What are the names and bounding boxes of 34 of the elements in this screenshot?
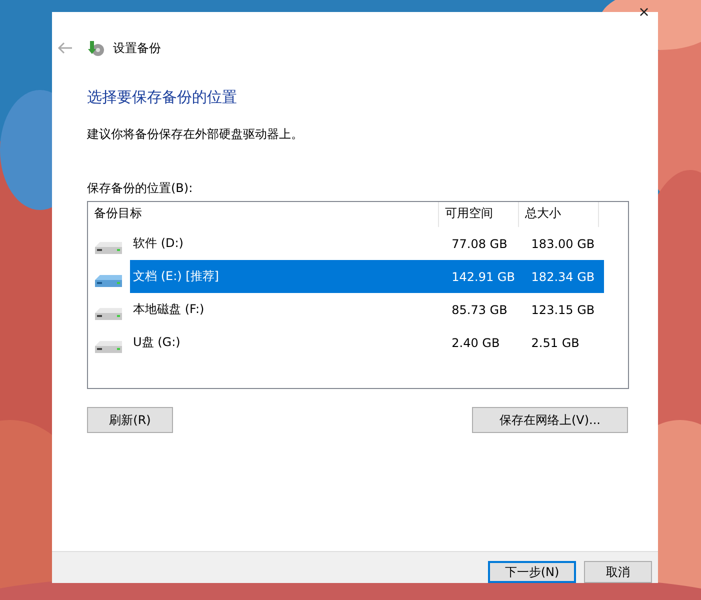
- backup-icon: [87, 39, 105, 57]
- table-cell-text: 182.34 GB: [530, 270, 596, 284]
- table-cell-text: 文档 (E:) [推荐]: [132, 268, 220, 285]
- table-row[interactable]: 软件 (D:) 77.08 GB 183.00 GB: [130, 227, 604, 260]
- table-row[interactable]: 本地磁盘 (F:) 85.73 GB 123.15 GB: [130, 293, 604, 326]
- drive-icon: [94, 272, 124, 288]
- window-title: 设置备份: [113, 40, 161, 56]
- back-arrow-icon[interactable]: [57, 42, 73, 54]
- table-cell-text: U盘 (G:): [132, 334, 182, 351]
- table-cell-text: 123.15 GB: [530, 302, 596, 316]
- drive-icon: [94, 306, 124, 322]
- column-header[interactable]: 备份目标: [88, 202, 439, 227]
- drive-icon: [94, 338, 124, 354]
- cancel-button[interactable]: 取消: [584, 561, 652, 583]
- page-heading: 选择要保存备份的位置: [87, 88, 237, 107]
- next-button[interactable]: 下一步(N): [488, 561, 576, 583]
- column-header[interactable]: 总大小: [519, 202, 599, 227]
- table-cell-text: 77.08 GB: [450, 236, 508, 250]
- description-text: 建议你将备份保存在外部硬盘驱动器上。: [87, 126, 303, 143]
- drive-icon: [94, 240, 124, 256]
- table-cell-text: 本地磁盘 (F:): [132, 301, 206, 318]
- table-row[interactable]: 文档 (E:) [推荐] 142.91 GB 182.34 GB: [130, 260, 604, 293]
- table-cell-text: 85.73 GB: [450, 302, 508, 316]
- close-button[interactable]: ×: [632, 0, 656, 24]
- table-cell-text: 2.51 GB: [530, 336, 580, 350]
- table-row[interactable]: U盘 (G:) 2.40 GB 2.51 GB: [130, 326, 604, 359]
- save-network-button[interactable]: 保存在网络上(V)...: [472, 407, 628, 433]
- column-header[interactable]: 可用空间: [439, 202, 519, 227]
- table-cell-text: 142.91 GB: [450, 270, 516, 284]
- table-cell-text: 软件 (D:): [132, 235, 184, 252]
- refresh-button[interactable]: 刷新(R): [87, 407, 173, 433]
- table-cell-text: 183.00 GB: [530, 236, 596, 250]
- list-label: 保存备份的位置(B):: [87, 180, 193, 197]
- table-cell-text: 2.40 GB: [450, 336, 501, 350]
